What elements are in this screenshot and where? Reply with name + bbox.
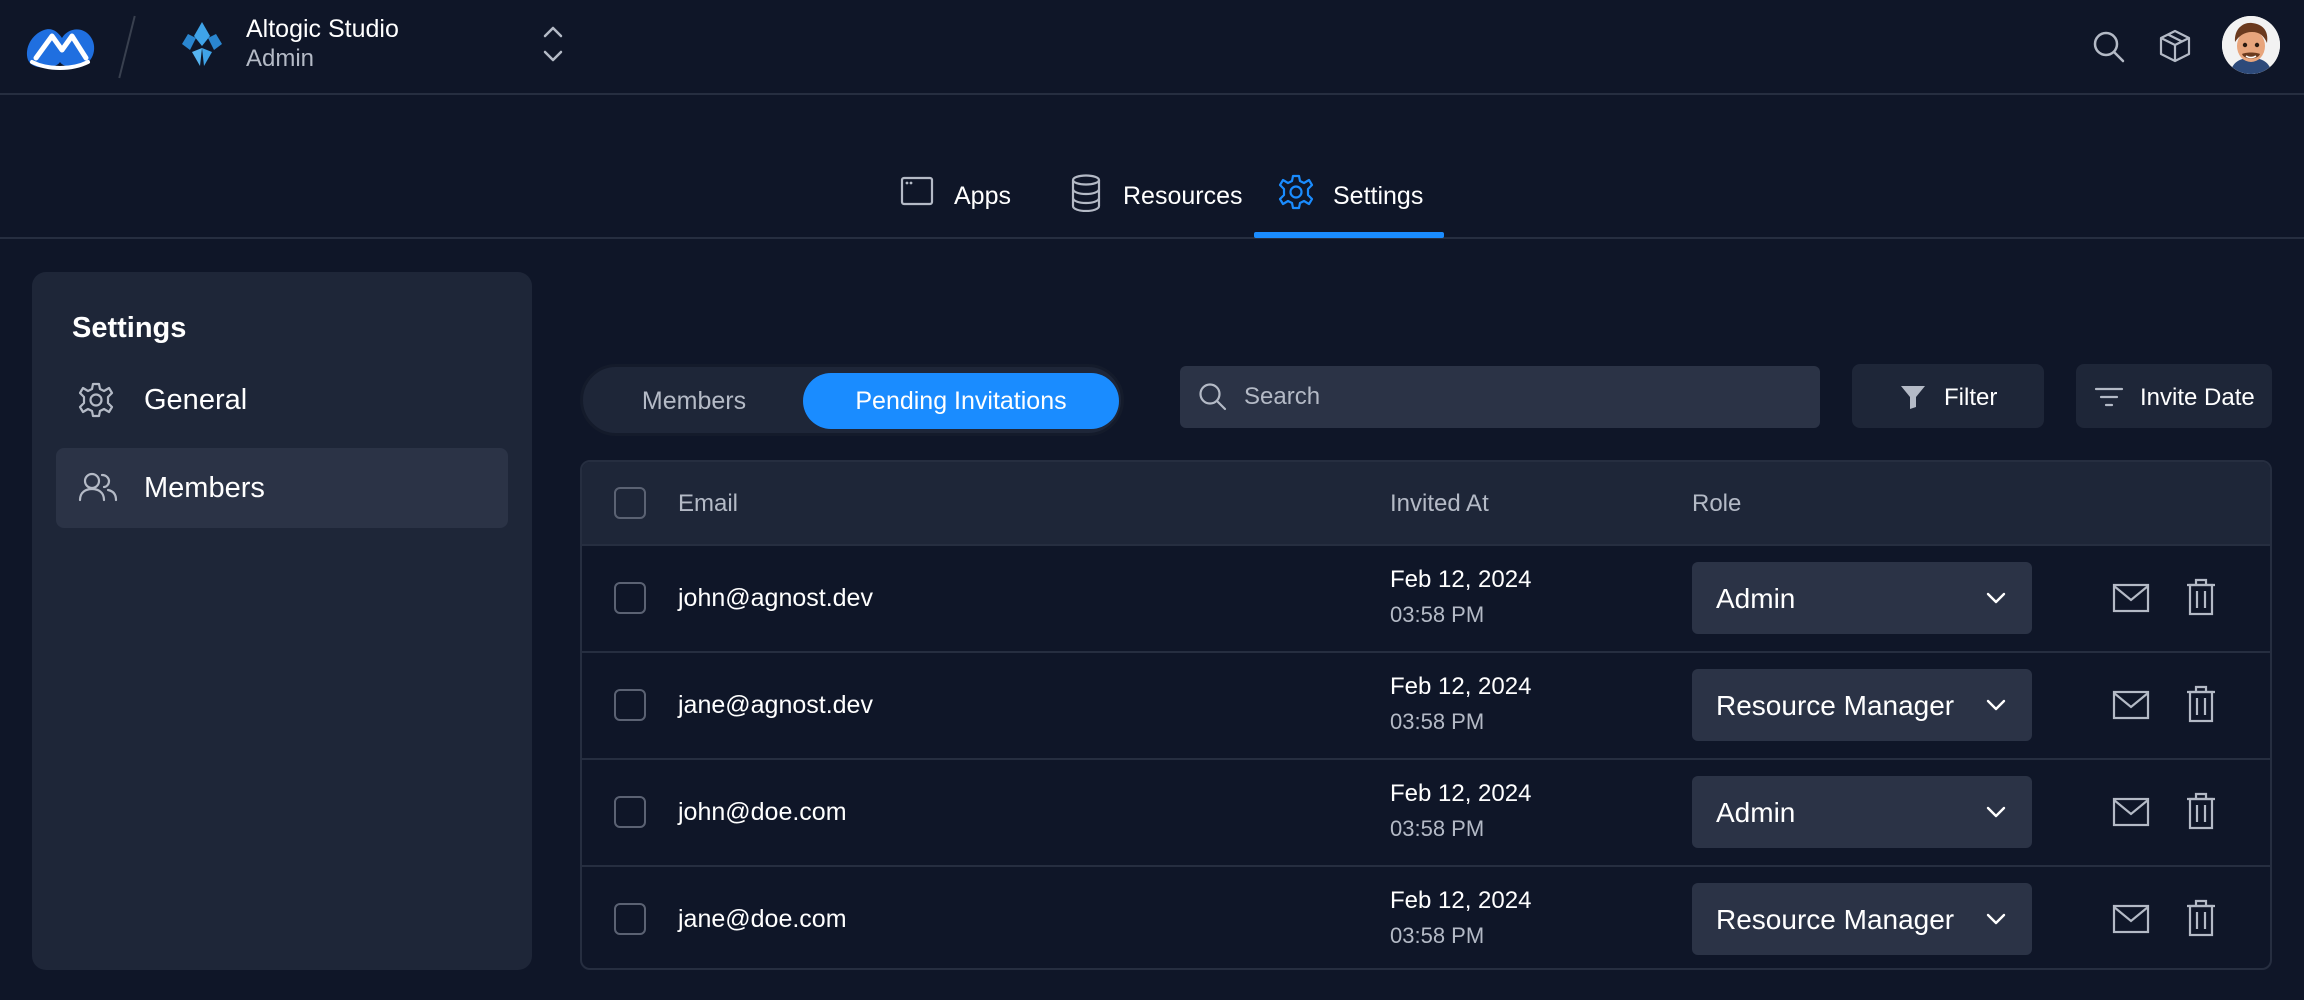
table-row: john@doe.com Feb 12, 2024 03:58 PM Admin [582,758,2270,865]
role-select-value: Resource Manager [1716,904,1955,935]
top-bar: Altogic Studio Admin [0,0,2304,95]
column-header-invited-at: Invited At [1390,490,1489,517]
altogic-logo-icon[interactable] [22,18,98,74]
sidebar-item-members[interactable]: Members [56,448,508,528]
tab-settings-label: Settings [1333,182,1424,210]
role-select-value: Resource Manager [1716,690,1955,721]
sidebar-item-label: General [144,384,248,416]
toggle-members[interactable]: Members [589,373,799,429]
tab-resources-label: Resources [1123,182,1243,210]
row-checkbox[interactable] [614,582,646,614]
invite-email: jane@agnost.dev [678,691,873,719]
sidebar-item-label: Members [144,472,265,504]
row-checkbox[interactable] [614,689,646,721]
search-box [1180,366,1820,428]
search-icon[interactable] [2092,30,2126,64]
gear-icon [1278,174,1314,210]
active-tab-indicator [1254,232,1444,238]
resend-invite-mail-icon[interactable] [2112,903,2150,935]
invite-date: Feb 12, 2024 [1390,887,1532,914]
chevron-down-icon [1984,907,2008,931]
invite-date: Feb 12, 2024 [1390,673,1532,700]
search-icon [1198,382,1228,412]
delete-invite-trash-icon[interactable] [2186,685,2216,723]
resend-invite-mail-icon[interactable] [2112,582,2150,614]
tab-resources[interactable]: Resources [1070,96,1250,239]
organization-gem-icon [180,20,224,72]
role-select-value: Admin [1716,797,1796,828]
tab-settings[interactable]: Settings [1278,96,1448,239]
chevron-down-icon [1984,586,2008,610]
organization-role: Admin [246,45,315,72]
delete-invite-trash-icon[interactable] [2186,899,2216,937]
app-window-icon [900,176,934,206]
users-icon [78,472,118,502]
resend-invite-mail-icon[interactable] [2112,689,2150,721]
organization-name: Altogic Studio [246,15,399,43]
chevron-down-icon [1984,800,2008,824]
role-select-value: Admin [1716,583,1796,614]
table-row: jane@doe.com Feb 12, 2024 03:58 PM Resou… [582,865,2270,968]
invite-time: 03:58 PM [1390,709,1485,734]
invite-time: 03:58 PM [1390,923,1485,948]
tab-apps[interactable]: Apps [900,96,1020,239]
invite-date: Feb 12, 2024 [1390,566,1532,593]
pending-invitations-table: Email Invited At Role john@agnost.dev Fe… [580,460,2272,970]
delete-invite-trash-icon[interactable] [2186,578,2216,616]
sidebar-item-general[interactable]: General [56,360,508,440]
invite-date: Feb 12, 2024 [1390,780,1532,807]
select-all-checkbox[interactable] [614,487,646,519]
cube-package-icon[interactable] [2158,28,2192,64]
role-select[interactable]: Admin [1692,776,2032,848]
filter-button[interactable]: Filter [1852,364,2044,428]
sidebar-title: Settings [72,312,187,344]
role-select[interactable]: Admin [1692,562,2032,634]
user-avatar[interactable] [2222,16,2280,74]
delete-invite-trash-icon[interactable] [2186,792,2216,830]
divider [118,15,136,79]
column-header-email: Email [678,490,739,517]
settings-sidebar: Settings General Members [32,272,532,970]
sort-lines-icon [2094,386,2124,408]
toggle-pending-invitations[interactable]: Pending Invitations [803,373,1119,429]
funnel-icon [1900,384,1926,410]
table-row: jane@agnost.dev Feb 12, 2024 03:58 PM Re… [582,651,2270,758]
sort-button-label: Invite Date [2140,384,2255,411]
resend-invite-mail-icon[interactable] [2112,796,2150,828]
invite-time: 03:58 PM [1390,602,1485,627]
invite-time: 03:58 PM [1390,816,1485,841]
role-select[interactable]: Resource Manager [1692,669,2032,741]
row-checkbox[interactable] [614,903,646,935]
table-row: john@agnost.dev Feb 12, 2024 03:58 PM Ad… [582,544,2270,651]
table-header: Email Invited At Role [582,462,2270,544]
main-navigation: Apps Resources Settings [0,96,2304,239]
row-checkbox[interactable] [614,796,646,828]
database-icon [1070,174,1102,212]
invite-email: john@agnost.dev [678,584,873,612]
role-select[interactable]: Resource Manager [1692,883,2032,955]
invite-email: john@doe.com [678,798,847,826]
invite-email: jane@doe.com [678,905,847,933]
column-header-role: Role [1692,490,1742,517]
gear-icon [78,382,114,418]
members-view-toggle: Members Pending Invitations [580,364,1124,436]
chevron-down-icon [1984,693,2008,717]
organization-switcher-chevrons-icon[interactable] [538,22,568,66]
search-input[interactable] [1244,366,1804,428]
sort-invite-date-button[interactable]: Invite Date [2076,364,2272,428]
tab-apps-label: Apps [954,182,1011,210]
filter-button-label: Filter [1944,384,1998,411]
